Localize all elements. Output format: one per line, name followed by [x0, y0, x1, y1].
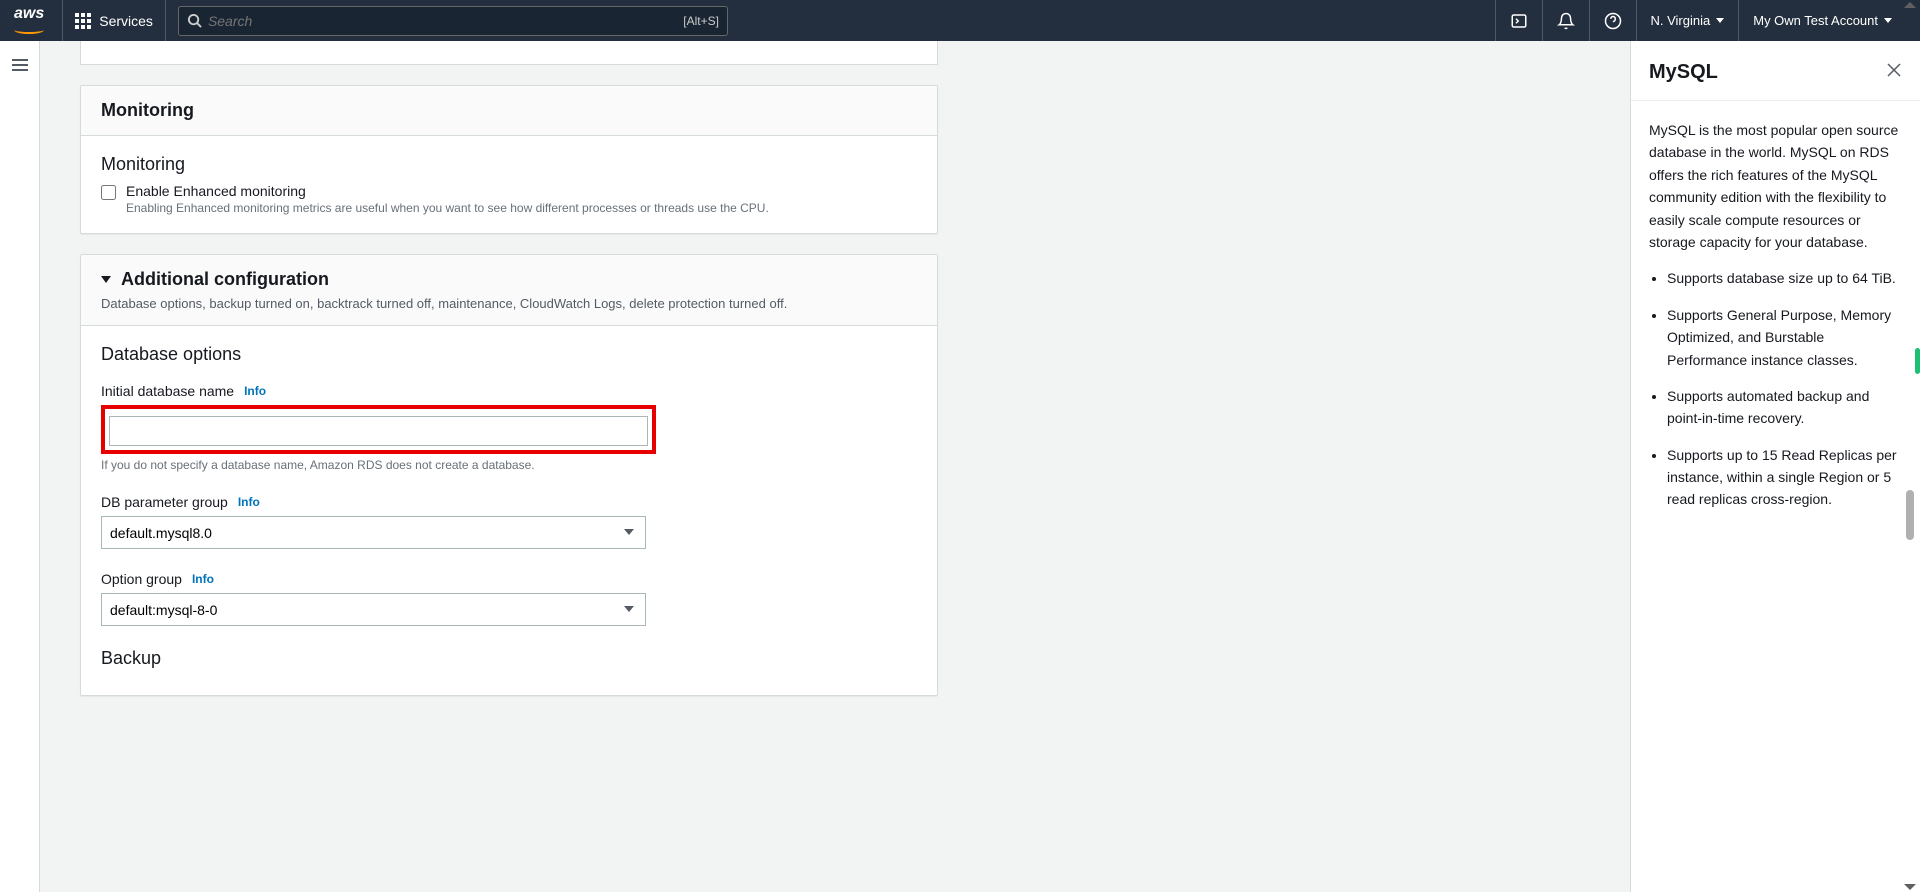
- additional-configuration-card: Additional configuration Database option…: [80, 254, 938, 696]
- left-rail: [0, 41, 40, 892]
- previous-card-bottom: [80, 41, 938, 65]
- monitoring-card: Monitoring Monitoring Enable Enhanced mo…: [80, 85, 938, 234]
- backup-section-title: Backup: [101, 648, 917, 669]
- chevron-down-icon: [101, 276, 111, 283]
- db-parameter-group-label: DB parameter group: [101, 494, 228, 510]
- account-menu[interactable]: My Own Test Account: [1738, 0, 1906, 41]
- notifications-button[interactable]: [1542, 0, 1589, 41]
- side-nav-toggle[interactable]: [12, 59, 28, 71]
- option-group-label: Option group: [101, 571, 182, 587]
- aws-logo[interactable]: aws: [14, 8, 44, 34]
- help-button[interactable]: [1589, 0, 1636, 41]
- search-icon: [187, 13, 202, 28]
- services-label: Services: [99, 13, 153, 29]
- region-selector[interactable]: N. Virginia: [1636, 0, 1739, 41]
- initial-db-name-help: If you do not specify a database name, A…: [101, 458, 917, 472]
- help-panel-title: MySQL: [1649, 61, 1718, 84]
- monitoring-section-title: Monitoring: [101, 154, 917, 175]
- help-bullet: Supports General Purpose, Memory Optimiz…: [1667, 304, 1902, 371]
- services-menu-button[interactable]: Services: [62, 0, 166, 41]
- db-parameter-group-select[interactable]: default.mysql8.0: [101, 516, 646, 549]
- close-icon: [1886, 62, 1902, 78]
- terminal-icon: [1510, 12, 1528, 30]
- help-panel-bullet-list: Supports database size up to 64 TiB. Sup…: [1649, 267, 1902, 511]
- global-search[interactable]: [Alt+S]: [178, 6, 728, 36]
- highlighted-field-box: [101, 405, 656, 454]
- additional-config-subtitle: Database options, backup turned on, back…: [101, 296, 917, 311]
- initial-db-name-input[interactable]: [109, 416, 648, 446]
- database-options-title: Database options: [101, 344, 917, 365]
- option-group-info-link[interactable]: Info: [192, 572, 214, 586]
- help-bullet: Supports database size up to 64 TiB.: [1667, 267, 1902, 289]
- initial-db-name-label: Initial database name: [101, 383, 234, 399]
- cloudshell-button[interactable]: [1495, 0, 1542, 41]
- account-label: My Own Test Account: [1753, 13, 1878, 28]
- monitoring-header: Monitoring: [101, 100, 917, 121]
- help-panel-intro: MySQL is the most popular open source da…: [1649, 119, 1902, 253]
- search-input[interactable]: [202, 13, 683, 29]
- additional-config-toggle[interactable]: Additional configuration: [101, 269, 917, 290]
- caret-down-icon: [1884, 18, 1892, 23]
- caret-down-icon: [1716, 18, 1724, 23]
- main-content: Monitoring Monitoring Enable Enhanced mo…: [40, 41, 1630, 892]
- enhanced-monitoring-hint: Enabling Enhanced monitoring metrics are…: [126, 201, 769, 215]
- help-panel: MySQL MySQL is the most popular open sou…: [1630, 41, 1920, 892]
- initial-db-name-info-link[interactable]: Info: [244, 384, 266, 398]
- help-bullet: Supports up to 15 Read Replicas per inst…: [1667, 444, 1902, 511]
- option-group-select[interactable]: default:mysql-8-0: [101, 593, 646, 626]
- bell-icon: [1557, 12, 1575, 30]
- feedback-tab[interactable]: [1915, 348, 1920, 374]
- help-panel-close-button[interactable]: [1886, 61, 1902, 84]
- db-parameter-group-info-link[interactable]: Info: [238, 495, 260, 509]
- search-shortcut: [Alt+S]: [683, 14, 719, 28]
- enhanced-monitoring-checkbox[interactable]: [101, 185, 116, 200]
- region-label: N. Virginia: [1651, 13, 1711, 28]
- help-bullet: Supports automated backup and point-in-t…: [1667, 385, 1902, 430]
- enhanced-monitoring-label: Enable Enhanced monitoring: [126, 183, 769, 199]
- grid-icon: [75, 13, 91, 29]
- top-navigation-bar: aws Services [Alt+S] N. Virginia My Own …: [0, 0, 1920, 41]
- additional-config-title: Additional configuration: [121, 269, 329, 290]
- help-icon: [1604, 12, 1622, 30]
